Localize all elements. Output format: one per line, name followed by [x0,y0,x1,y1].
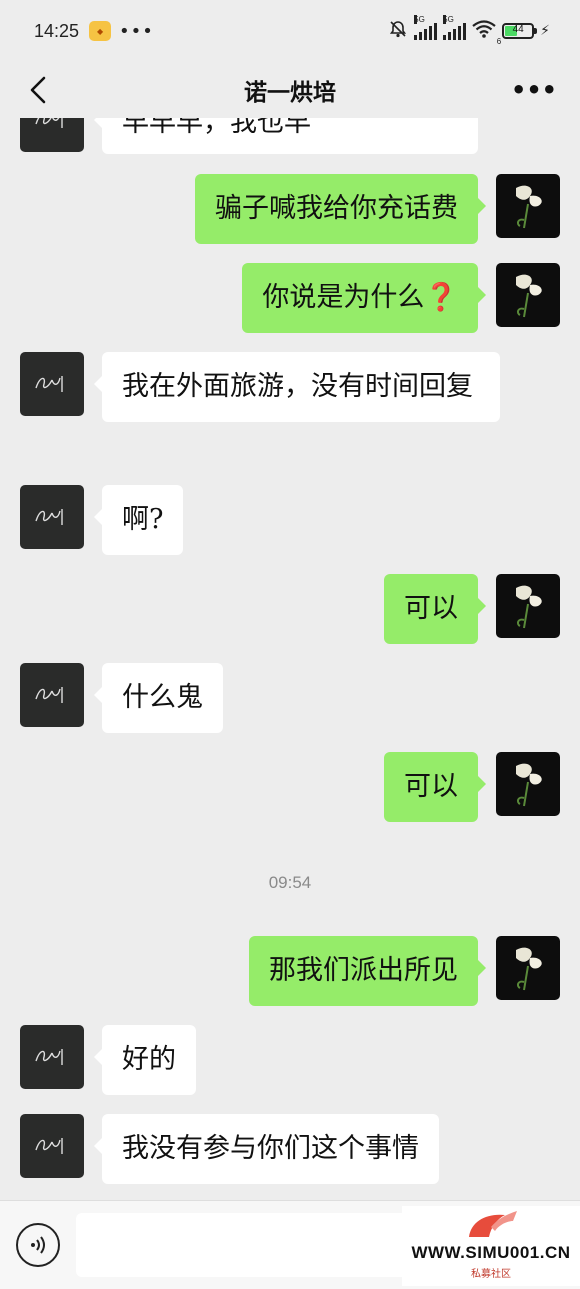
battery-icon: 44 [502,23,538,39]
message-timestamp: 09:54 [268,873,312,892]
chat-header: 诺一烘培 ••• [0,62,580,118]
my-avatar[interactable] [496,263,560,327]
voice-icon [31,1236,45,1254]
message-text: 可以 [404,771,458,802]
message-text: 那我们派出所见 [269,955,458,986]
message-bubble[interactable]: 骗子喊我给你充话费 [195,174,486,244]
network-label-1: 5G [414,15,425,24]
message-row-outgoing: 可以 [384,574,560,644]
message-bubble[interactable]: 我没有参与你们这个事情 [94,1114,439,1184]
message-bubble[interactable]: 我在外面旅游，没有时间回复 [94,352,500,422]
more-icon: ••• [510,76,558,104]
mute-icon [388,19,408,44]
message-bubble[interactable]: 可以 [384,574,486,644]
message-text: 什么鬼 [122,682,203,713]
message-bubble[interactable]: 啊? [93,485,184,555]
watermark-subtext: 私募社区 [471,1269,511,1280]
my-avatar[interactable] [496,752,560,816]
chat-title: 诺一烘培 [244,80,336,106]
my-avatar[interactable] [496,574,560,638]
voice-input-button[interactable] [16,1223,60,1267]
wifi-sub-label: 6 [496,36,502,46]
contact-avatar[interactable] [20,352,84,416]
message-row-incoming: 我在外面旅游，没有时间回复 [20,352,500,422]
message-text: 好的 [122,1044,176,1075]
message-row-outgoing: 那我们派出所见 [249,936,560,1006]
back-button[interactable] [22,74,54,106]
message-row-incoming: 好的 [20,1025,196,1095]
message-bubble[interactable]: 你说是为什么❓ [242,263,486,333]
message-bubble[interactable]: 可以 [384,752,486,822]
watermark-text: WWW.SIMU001.CN [411,1243,571,1262]
message-text: 可以 [404,593,458,624]
wifi-icon: 6 [472,19,501,46]
message-bubble[interactable]: 早早早，我也早 [94,118,478,154]
status-bar: 14:25 ◆ ••• 5G 5G 6 44 ⚡ [0,0,580,62]
question-mark-emoji: ❓ [424,282,458,313]
message-row-incoming: 啊? [20,485,184,555]
status-time: 14:25 [34,20,80,41]
my-avatar[interactable] [496,174,560,238]
message-row-outgoing: 可以 [384,752,560,822]
watermark: WWW.SIMU001.CN 私募社区 [402,1206,580,1286]
watermark-logo [469,1211,517,1237]
more-notifications-icon: ••• [119,20,154,42]
message-row-outgoing: 骗子喊我给你充话费 [195,174,560,244]
my-avatar[interactable] [496,936,560,1000]
message-text: 骗子喊我给你充话费 [215,193,458,224]
network-label-2: 5G [443,15,454,24]
battery-level: 44 [512,24,524,35]
message-list[interactable]: 早早早，我也早 骗子喊我给你充话费 你说是为什么❓ 我在外面旅游，没有时间回复 [0,118,580,1200]
message-bubble[interactable]: 什么鬼 [94,663,223,733]
contact-avatar[interactable] [20,663,84,727]
chevron-left-icon [30,76,46,104]
contact-avatar[interactable] [20,118,84,152]
contact-avatar[interactable] [20,485,84,549]
message-text: 早早早，我也早 [122,118,311,138]
message-row-incoming: 我没有参与你们这个事情 [20,1114,439,1184]
message-text: 你说是为什么 [262,282,425,313]
signal-icon-1: 5G [414,15,438,40]
message-row-outgoing: 你说是为什么❓ [242,263,560,333]
more-options-button[interactable]: ••• [510,74,558,106]
message-row-incoming: 什么鬼 [20,663,223,733]
app-notification-icon: ◆ [89,21,112,41]
message-text: 我没有参与你们这个事情 [122,1133,419,1164]
signal-icon-2: 5G [443,15,467,40]
message-bubble[interactable]: 好的 [94,1025,196,1095]
message-bubble[interactable]: 那我们派出所见 [249,936,486,1006]
contact-avatar[interactable] [20,1114,84,1178]
message-row-incoming: 早早早，我也早 [20,118,478,154]
message-text: 我在外面旅游，没有时间回复 [122,371,473,402]
contact-avatar[interactable] [20,1025,84,1089]
charging-icon: ⚡ [540,23,550,39]
message-text: 啊? [122,504,164,535]
